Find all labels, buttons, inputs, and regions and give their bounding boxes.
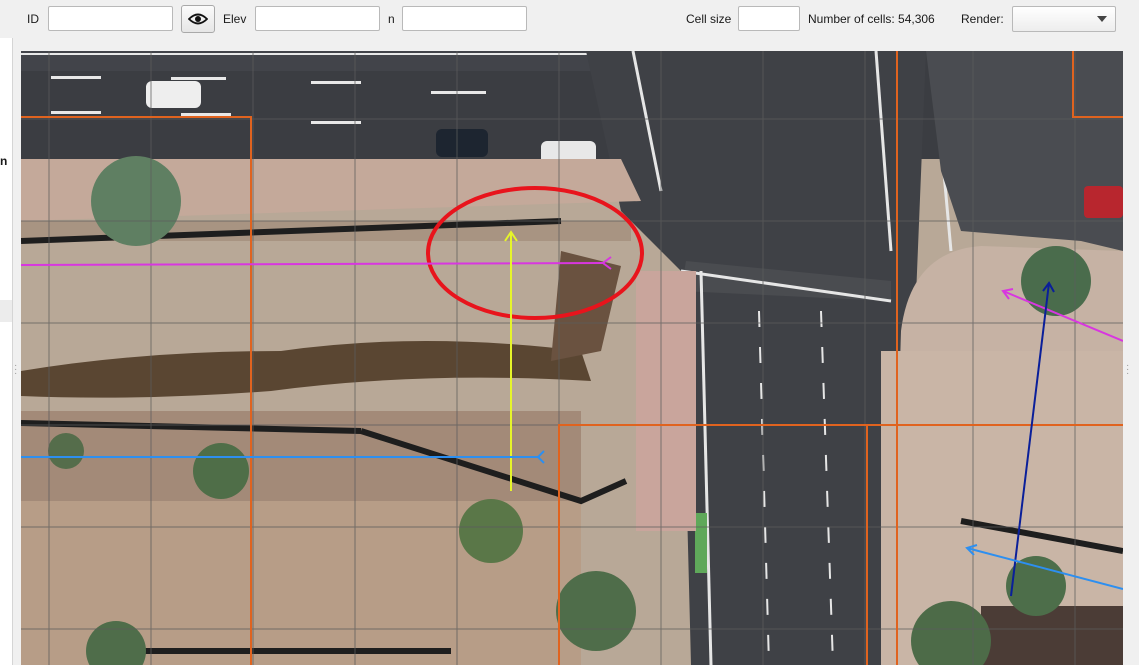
side-panel: n — [0, 38, 13, 665]
left-splitter-handle[interactable]: · · · — [14, 361, 17, 379]
id-input[interactable] — [48, 6, 173, 31]
chevron-down-icon — [1097, 16, 1107, 22]
cell-size-input[interactable] — [738, 6, 800, 31]
dark-car — [436, 129, 488, 157]
cell-size-label: Cell size — [686, 12, 732, 26]
toolbar: ID Elev n Cell size Number of cells: 54,… — [0, 0, 1139, 40]
elev-input[interactable] — [255, 6, 380, 31]
crosswalk-sidewalk — [636, 271, 696, 531]
eye-icon — [188, 13, 208, 25]
side-panel-text-fragment: n — [0, 154, 8, 168]
elev-label: Elev — [223, 12, 247, 26]
right-splitter-handle[interactable]: · · · — [1126, 361, 1129, 379]
map-canvas[interactable] — [21, 51, 1123, 665]
render-select[interactable] — [1012, 6, 1116, 32]
white-car — [146, 81, 201, 108]
n-input[interactable] — [402, 6, 527, 31]
aerial-map — [21, 51, 1123, 665]
render-label: Render: — [961, 12, 1004, 26]
number-of-cells-readout: Number of cells: 54,306 — [808, 12, 935, 26]
n-label: n — [388, 12, 395, 26]
visibility-toggle-button[interactable] — [181, 5, 215, 33]
red-car — [1084, 186, 1123, 218]
side-panel-separator — [0, 300, 12, 322]
bike-lane-mark — [695, 513, 707, 573]
id-label: ID — [27, 12, 39, 26]
